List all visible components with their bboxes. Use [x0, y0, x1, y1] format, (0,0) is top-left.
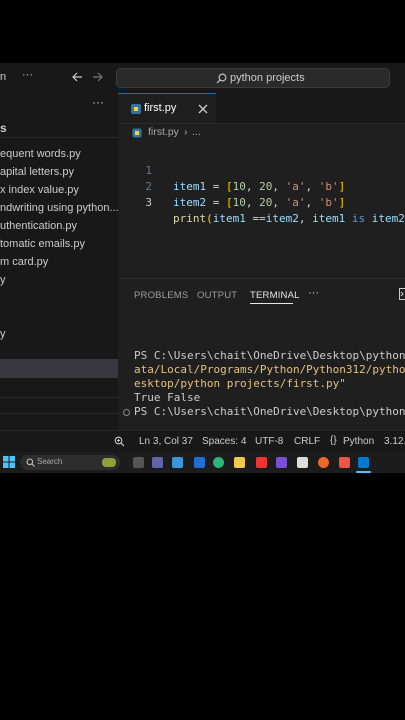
breadcrumb-more[interactable]: ... — [192, 126, 201, 138]
new-terminal-icon[interactable] — [399, 288, 405, 300]
explorer-section-title: s — [0, 121, 7, 135]
file-item[interactable]: y — [0, 271, 118, 289]
eol-setting[interactable]: CRLF — [294, 436, 320, 447]
close-tab-icon[interactable] — [198, 104, 208, 114]
python-file-icon — [130, 103, 142, 115]
vscode-icon[interactable] — [358, 457, 369, 468]
encoding-setting[interactable]: UTF-8 — [255, 436, 283, 447]
indentation-setting[interactable]: Spaces: 4 — [202, 436, 246, 447]
panel-tab-bar: PROBLEMS OUTPUT TERMINAL ··· — [118, 278, 405, 309]
windows-start-icon[interactable] — [3, 456, 15, 468]
tab-terminal[interactable]: TERMINAL — [250, 290, 300, 301]
command-decoration-icon — [123, 409, 130, 416]
active-tab-underline — [250, 303, 293, 304]
status-left-area — [0, 431, 105, 453]
line-number: 3 — [145, 196, 152, 209]
title-bar: n ··· python projects — [0, 63, 405, 94]
file-item[interactable]: y — [0, 325, 118, 343]
selected-file-item[interactable] — [0, 359, 118, 378]
timeline-divider — [0, 413, 118, 414]
tab-output[interactable]: OUTPUT — [197, 290, 237, 301]
section-divider — [0, 137, 118, 138]
code-line-3[interactable]: 3 print(item1 ==item2, item1 is item2) — [118, 179, 405, 225]
editor-area: first.py first.py › ... 1 item1 = [10, 2… — [118, 93, 405, 430]
terminal-line: PS C:\Users\chait\OneDrive\Desktop\pytho… — [134, 349, 405, 362]
bing-highlight-icon — [102, 458, 116, 467]
terminal-line: ata/Local/Programs/Python/Python312/pyth… — [134, 363, 405, 376]
edge-icon[interactable] — [213, 457, 224, 468]
outline-divider — [0, 397, 118, 398]
onenote-icon[interactable] — [276, 457, 287, 468]
python-file-icon — [132, 128, 142, 138]
status-bar: Ln 3, Col 37 Spaces: 4 UTF-8 CRLF {} Pyt… — [0, 430, 405, 453]
code-text: print(item1 ==item2, item1 is item2) — [173, 212, 405, 225]
tab-problems[interactable]: PROBLEMS — [134, 290, 188, 301]
code-line-2[interactable]: 2 item2 = [10, 20, 'a', 'b'] — [118, 163, 405, 209]
store-icon[interactable] — [172, 457, 183, 468]
file-item[interactable]: apital letters.py — [0, 163, 118, 181]
search-icon — [216, 73, 227, 84]
mail-icon[interactable] — [194, 457, 205, 468]
back-arrow-icon[interactable] — [71, 71, 83, 83]
app-icon[interactable] — [256, 457, 267, 468]
language-mode[interactable]: Python — [343, 436, 374, 447]
file-item[interactable]: ndwriting using python.... — [0, 199, 118, 217]
vscode-window: n ··· python projects ··· s equent words… — [0, 63, 405, 473]
editor-tab-bar: first.py — [118, 93, 405, 124]
panel-more-icon[interactable]: ··· — [308, 287, 319, 299]
explorer-more-icon[interactable]: ··· — [92, 95, 104, 109]
task-view-icon[interactable] — [133, 457, 144, 468]
code-text: item2 = [10, 20, 'a', 'b'] — [173, 196, 346, 209]
windows-taskbar: Search — [0, 452, 405, 473]
zoom-icon[interactable] — [114, 436, 125, 447]
file-item[interactable]: equent words.py — [0, 145, 118, 163]
active-app-indicator — [356, 471, 371, 473]
terminal-line: esktop/python projects/first.py" — [134, 377, 346, 390]
file-item[interactable]: tomatic emails.py — [0, 235, 118, 253]
search-icon — [26, 458, 35, 467]
cursor-position[interactable]: Ln 3, Col 37 — [139, 436, 193, 447]
more-actions-icon[interactable]: ··· — [22, 69, 33, 81]
terminal-line: PS C:\Users\chait\OneDrive\Desktop\pytho… — [134, 405, 405, 418]
file-explorer-icon[interactable] — [234, 457, 245, 468]
search-query: python projects — [230, 72, 305, 84]
explorer-sidebar: ··· s equent words.py apital letters.py … — [0, 93, 119, 430]
taskbar-search-placeholder: Search — [37, 457, 63, 466]
command-search-box[interactable]: python projects — [116, 68, 390, 88]
office-icon[interactable] — [339, 457, 350, 468]
taskbar-search-box[interactable]: Search — [20, 455, 120, 470]
braces-icon: {} — [330, 435, 337, 446]
forward-arrow-icon[interactable] — [92, 71, 104, 83]
teams-icon[interactable] — [152, 457, 163, 468]
file-item[interactable]: uthentication.py — [0, 217, 118, 235]
file-item[interactable]: x index value.py — [0, 181, 118, 199]
terminal-output: True False — [134, 391, 201, 404]
menu-item-fragment[interactable]: n — [0, 71, 6, 83]
tab-label: first.py — [144, 102, 177, 114]
file-item[interactable]: m card.py — [0, 253, 118, 271]
code-line-1[interactable]: 1 item1 = [10, 20, 'a', 'b'] — [118, 147, 405, 193]
chevron-right-icon: › — [184, 126, 188, 138]
firefox-icon[interactable] — [318, 457, 329, 468]
terminal[interactable]: PS C:\Users\chait\OneDrive\Desktop\pytho… — [118, 318, 405, 428]
python-version[interactable]: 3.12. — [384, 436, 405, 447]
notepad-icon[interactable] — [297, 457, 308, 468]
breadcrumb-file[interactable]: first.py — [148, 126, 179, 138]
tab-first-py[interactable]: first.py — [118, 93, 216, 123]
